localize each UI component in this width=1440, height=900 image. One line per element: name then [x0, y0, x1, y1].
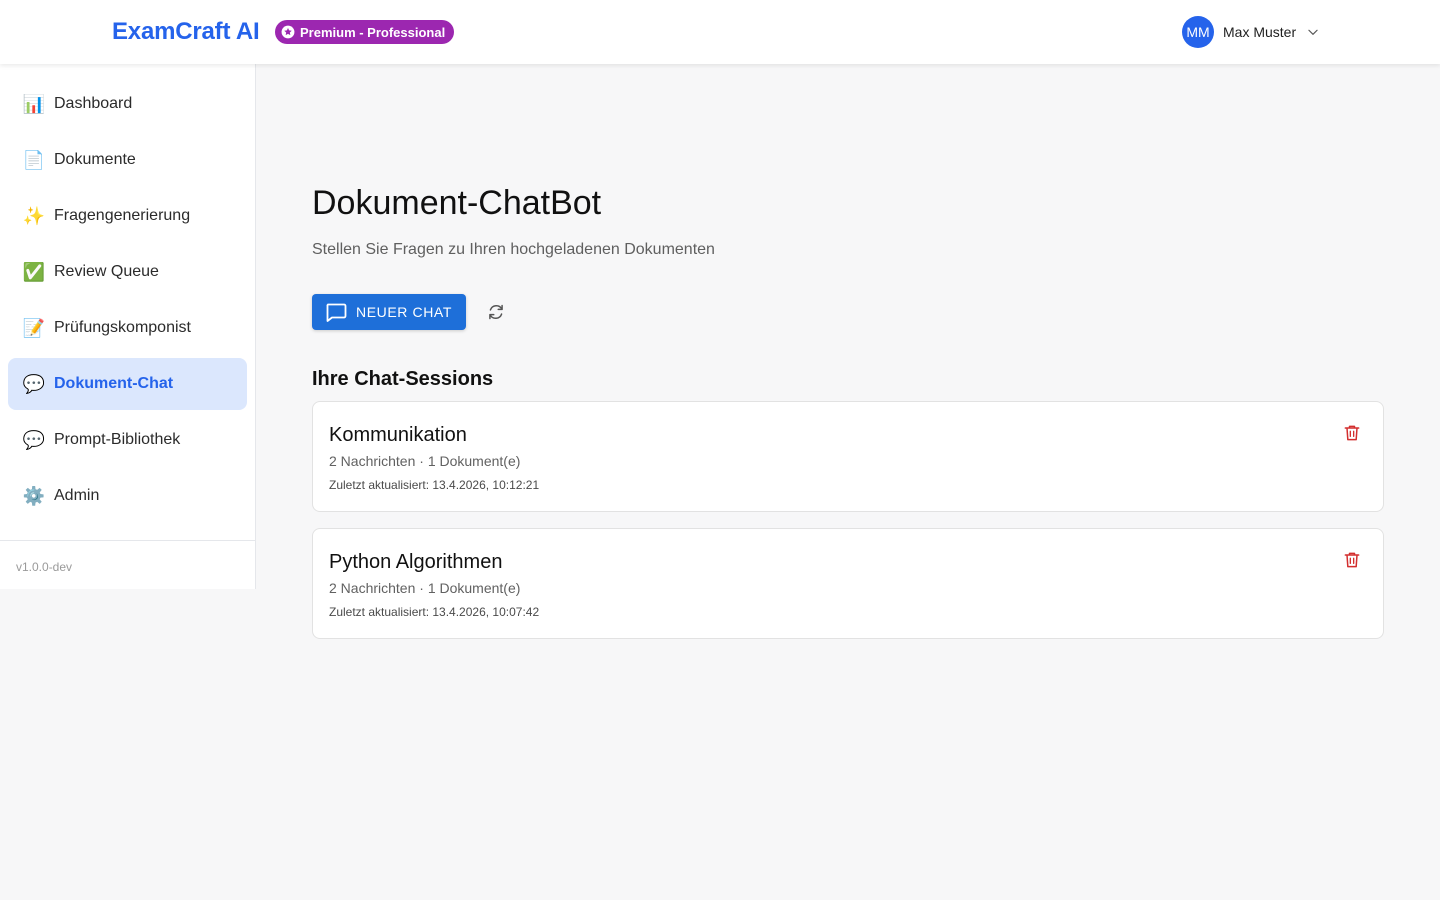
refresh-icon [489, 304, 503, 320]
page-subtitle: Stellen Sie Fragen zu Ihren hochgeladene… [312, 241, 715, 258]
sidebar-item-review-queue[interactable]: ✅ Review Queue [8, 246, 247, 298]
sidebar-item-label: Prüfungskomponist [54, 319, 191, 336]
sidebar-nav: 📊 Dashboard 📄 Dokumente ✨ Fragengenerier… [0, 64, 255, 522]
new-chat-label: NEUER CHAT [356, 304, 452, 320]
refresh-button[interactable] [484, 300, 508, 324]
document-icon: 📄 [22, 150, 46, 170]
session-title: Python Algorithmen [329, 551, 503, 573]
memo-icon: 📝 [22, 318, 46, 338]
sidebar-item-label: Review Queue [54, 263, 159, 280]
sidebar-item-dokumente[interactable]: 📄 Dokumente [8, 134, 247, 186]
sidebar-item-label: Fragengenerierung [54, 207, 191, 224]
delete-session-button[interactable] [1341, 422, 1363, 444]
session-title: Kommunikation [329, 424, 467, 446]
gear-icon: ⚙️ [22, 486, 46, 506]
session-list: Kommunikation 2 Nachrichten · 1 Dokument… [312, 401, 1384, 655]
page-title: Dokument-ChatBot [312, 184, 602, 222]
user-menu[interactable]: MM Max Muster [1182, 16, 1320, 48]
sidebar-item-pruefungskomponist[interactable]: 📝 Prüfungskomponist [8, 302, 247, 354]
session-meta: 2 Nachrichten · 1 Dokument(e) [329, 453, 521, 469]
sparkles-icon: ✨ [22, 206, 46, 226]
sessions-heading: Ihre Chat-Sessions [312, 368, 494, 390]
sidebar-item-prompt-bibliothek[interactable]: 💬 Prompt-Bibliothek [8, 414, 247, 466]
sidebar-item-label: Dokumente [54, 151, 136, 168]
top-app-bar: ExamCraft AI Premium - Professional MM M… [0, 0, 1440, 64]
star-icon [281, 25, 295, 39]
trash-icon [1344, 552, 1360, 568]
session-card[interactable]: Kommunikation 2 Nachrichten · 1 Dokument… [312, 401, 1384, 512]
speech-bubble-icon: 💬 [22, 374, 46, 394]
speech-bubble-icon: 💬 [22, 430, 46, 450]
sidebar-item-label: Dashboard [54, 95, 133, 112]
user-name: Max Muster [1223, 24, 1297, 40]
plan-badge: Premium - Professional [275, 20, 455, 44]
brand-logo-text[interactable]: ExamCraft AI [112, 18, 260, 46]
sidebar-item-label: Dokument-Chat [54, 375, 174, 392]
sidebar-item-admin[interactable]: ⚙️ Admin [8, 470, 247, 522]
sidebar-item-label: Prompt-Bibliothek [54, 431, 181, 448]
bar-chart-icon: 📊 [22, 94, 46, 114]
session-updated: Zuletzt aktualisiert: 13.4.2026, 10:12:2… [329, 478, 540, 492]
session-card[interactable]: Python Algorithmen 2 Nachrichten · 1 Dok… [312, 528, 1384, 639]
delete-session-button[interactable] [1341, 549, 1363, 571]
plan-badge-label: Premium - Professional [300, 24, 446, 40]
sidebar-item-dashboard[interactable]: 📊 Dashboard [8, 78, 247, 130]
session-meta: 2 Nachrichten · 1 Dokument(e) [329, 580, 521, 596]
trash-icon [1344, 425, 1360, 441]
chat-bubble-icon [326, 303, 347, 322]
sidebar-item-dokument-chat[interactable]: 💬 Dokument-Chat [8, 358, 247, 410]
sidebar-item-label: Admin [54, 487, 100, 504]
avatar: MM [1182, 16, 1214, 48]
session-updated: Zuletzt aktualisiert: 13.4.2026, 10:07:4… [329, 605, 540, 619]
check-icon: ✅ [22, 262, 46, 282]
app-version: v1.0.0-dev [16, 560, 73, 574]
sidebar-item-fragengenerierung[interactable]: ✨ Fragengenerierung [8, 190, 247, 242]
sidebar: 📊 Dashboard 📄 Dokumente ✨ Fragengenerier… [0, 64, 256, 589]
sidebar-divider [0, 540, 255, 541]
chevron-down-icon [1308, 29, 1318, 35]
new-chat-button[interactable]: NEUER CHAT [312, 294, 466, 330]
